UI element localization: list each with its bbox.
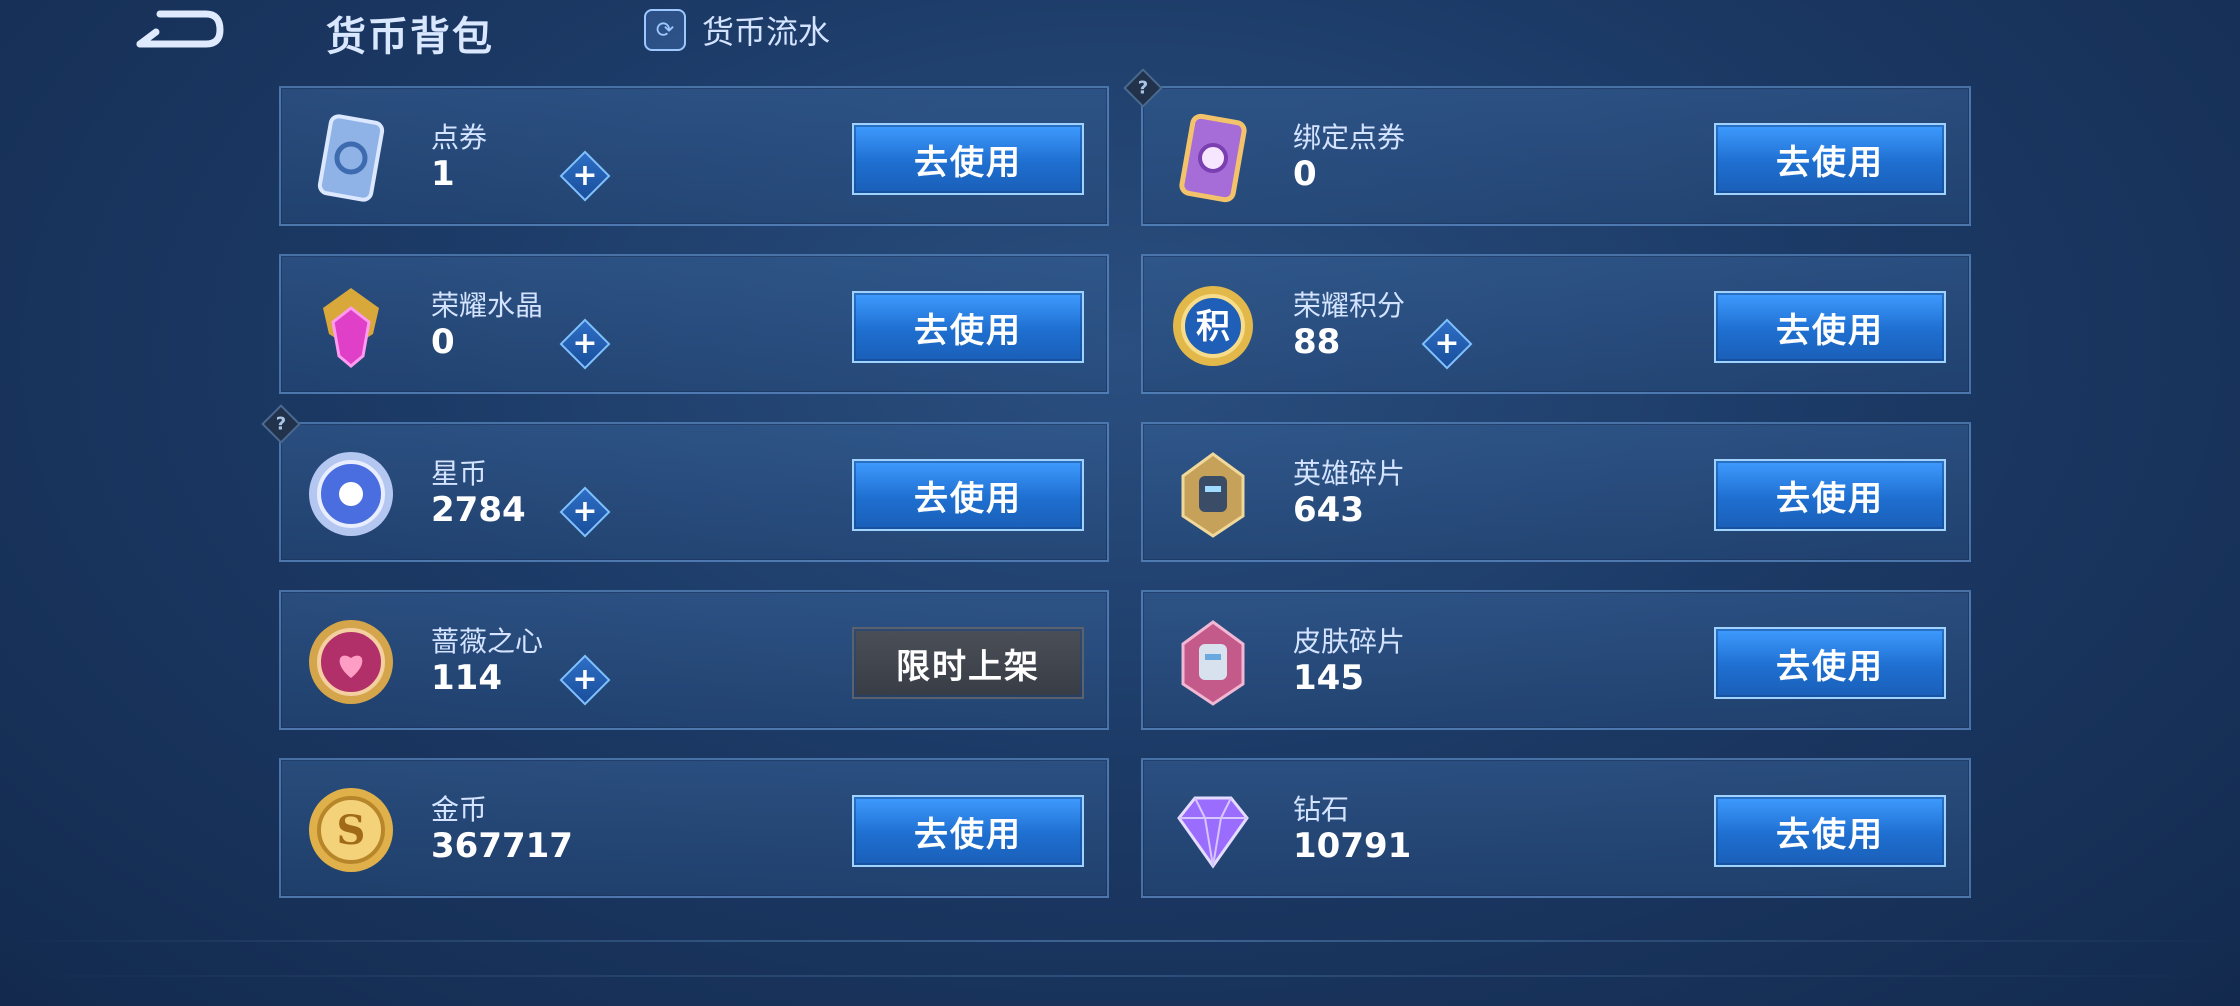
back-arrow-icon (136, 10, 224, 48)
back-button[interactable] (120, 0, 230, 60)
currency-amount: 367717 (431, 826, 573, 866)
use-button[interactable]: 去使用 (1714, 291, 1946, 363)
currency-amount: 88 (1293, 322, 1341, 362)
plus-icon: + (572, 158, 598, 193)
currency-name: 英雄碎片 (1293, 457, 1406, 490)
honor-points-icon: 积 (1163, 276, 1263, 376)
hero-fragment-icon (1163, 444, 1263, 544)
currency-card: S 金币 367717 去使用 (279, 758, 1109, 898)
add-currency-button[interactable]: + (559, 150, 611, 202)
use-button[interactable]: 去使用 (852, 795, 1084, 867)
currency-card: 蔷薇之心 114 + 限时上架 (279, 590, 1109, 730)
add-currency-button[interactable]: + (559, 318, 611, 370)
add-currency-button[interactable]: + (559, 654, 611, 706)
currency-card: 钻石 10791 去使用 (1141, 758, 1971, 898)
currency-flow-icon: ⟳ (644, 9, 686, 51)
currency-card: 皮肤碎片 145 去使用 (1141, 590, 1971, 730)
page-title: 货币背包 (326, 14, 494, 60)
currency-card: 点券 1 + 去使用 (279, 86, 1109, 226)
use-button[interactable]: 去使用 (1714, 459, 1946, 531)
currency-name: 钻石 (1293, 793, 1350, 826)
currency-amount: 114 (431, 658, 502, 698)
plus-icon: + (1434, 326, 1460, 361)
plus-icon: + (572, 494, 598, 529)
use-button[interactable]: 去使用 (852, 123, 1084, 195)
currency-card: ? 星币 2784 + 去使用 (261, 404, 1109, 562)
currency-name: 点券 (431, 121, 488, 154)
currency-name: 蔷薇之心 (431, 625, 544, 658)
use-button[interactable]: 去使用 (1714, 123, 1946, 195)
currency-card: 英雄碎片 643 去使用 (1141, 422, 1971, 562)
currency-amount: 2784 (431, 490, 526, 530)
currency-card: ? 绑定点券 0 去使用 (1123, 68, 1971, 226)
help-icon[interactable]: ? (261, 404, 301, 444)
help-icon[interactable]: ? (1123, 68, 1163, 108)
currency-card: 积 荣耀积分 88 + 去使用 (1141, 254, 1971, 394)
currency-flow-label: 货币流水 (702, 13, 831, 51)
use-button[interactable]: 去使用 (852, 291, 1084, 363)
bound-ticket-icon (1163, 108, 1263, 208)
currency-amount: 1 (431, 154, 455, 194)
currency-amount: 0 (431, 322, 455, 362)
currency-name: 皮肤碎片 (1293, 625, 1406, 658)
currency-card: 荣耀水晶 0 + 去使用 (279, 254, 1109, 394)
crystal-icon (301, 276, 401, 376)
svg-text:积: 积 (1196, 307, 1230, 347)
currency-name: 绑定点券 (1293, 121, 1406, 154)
use-button[interactable]: 去使用 (1714, 795, 1946, 867)
currency-name: 星币 (431, 457, 488, 490)
svg-text:S: S (337, 807, 366, 854)
add-currency-button[interactable]: + (559, 486, 611, 538)
star-coin-icon (301, 444, 401, 544)
currency-amount: 145 (1293, 658, 1364, 698)
diamond-icon (1163, 780, 1263, 880)
currency-grid: 点券 1 + 去使用 荣耀水晶 0 + 去使用? 星币 2784 + 去使用 蔷薇之心 114 + 限时上架 S… (261, 68, 1971, 900)
currency-flow-link[interactable]: ⟳ 货币流水 (644, 8, 830, 52)
rose-heart-icon (301, 612, 401, 712)
skin-fragment-icon (1163, 612, 1263, 712)
currency-amount: 643 (1293, 490, 1364, 530)
add-currency-button[interactable]: + (1421, 318, 1473, 370)
limited-sale-button[interactable]: 限时上架 (852, 627, 1084, 699)
plus-icon: + (572, 326, 598, 361)
currency-name: 荣耀积分 (1293, 289, 1406, 322)
currency-amount: 0 (1293, 154, 1317, 194)
ticket-icon (301, 108, 401, 208)
currency-name: 金币 (431, 793, 488, 826)
plus-icon: + (572, 662, 598, 697)
currency-amount: 10791 (1293, 826, 1412, 866)
currency-name: 荣耀水晶 (431, 289, 544, 322)
gold-coin-icon: S (301, 780, 401, 880)
use-button[interactable]: 去使用 (1714, 627, 1946, 699)
use-button[interactable]: 去使用 (852, 459, 1084, 531)
